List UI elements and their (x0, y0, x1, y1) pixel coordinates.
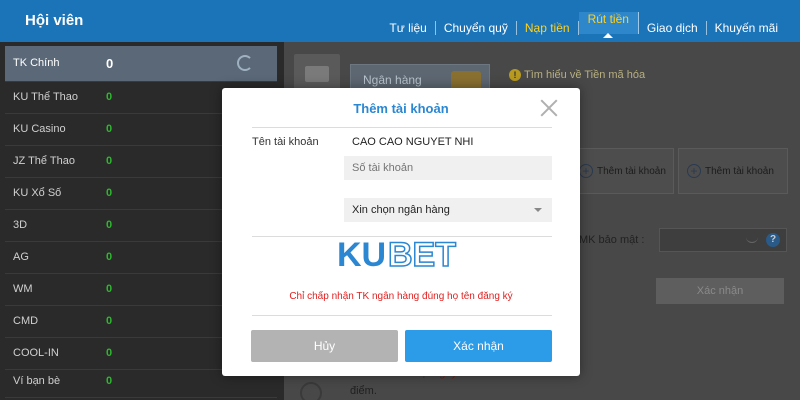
sidebar-item-balance: 0 (106, 187, 113, 199)
sidebar-item-label: KU Thể Thao (13, 91, 79, 103)
nav-nap-tien[interactable]: Nạp tiền (517, 21, 579, 35)
bank-select-value: Xin chọn ngân hàng (352, 204, 450, 216)
sidebar-item-label: JZ Thể Thao (13, 155, 75, 167)
security-password-label: MK bảo mật : (579, 234, 645, 246)
crypto-info-link[interactable]: ! Tìm hiểu về Tiền mã hóa (509, 68, 649, 82)
sidebar-item-label: TK Chính (13, 57, 60, 69)
eye-icon[interactable] (746, 237, 758, 243)
sidebar-item-label: 3D (13, 219, 28, 231)
info-icon: ! (509, 69, 521, 81)
sidebar-item-balance: 0 (106, 315, 113, 327)
account-number-input[interactable] (344, 156, 552, 180)
sidebar-item-main-account[interactable]: TK Chính 0 (5, 46, 277, 82)
cancel-button[interactable]: Hủy (251, 330, 398, 362)
plus-icon: + (579, 164, 593, 178)
sidebar-item-label: KU Casino (13, 123, 66, 135)
plus-icon: + (687, 164, 701, 178)
svg-text:BET: BET (388, 236, 456, 274)
divider (252, 127, 552, 128)
divider (252, 315, 552, 316)
close-icon[interactable] (540, 99, 558, 117)
sidebar-item-balance: 0 (106, 219, 113, 231)
note-line-2: điểm. (350, 385, 377, 397)
withdraw-confirm-button[interactable]: Xác nhận (656, 278, 784, 304)
svg-text:KU: KU (337, 236, 386, 274)
sidebar-item-balance: 0 (106, 251, 113, 263)
add-account-modal: Thêm tài khoản Tên tài khoản CAO CAO NGU… (222, 88, 580, 376)
sidebar-item-label: KU Xổ Số (13, 187, 62, 199)
sidebar-item-balance: 0 (106, 283, 113, 295)
sidebar-item-balance: 0 (106, 155, 113, 167)
nav-rut-tien[interactable]: Rút tiền (578, 12, 639, 38)
account-name-value: CAO CAO NGUYET NHI (352, 136, 474, 148)
tab-bank-label: Ngân hàng (363, 73, 422, 87)
account-name-label: Tên tài khoản (252, 136, 319, 148)
sidebar-item-label: CMD (13, 315, 39, 327)
add-account-button-2[interactable]: + Thêm tài khoản (678, 148, 788, 194)
help-icon[interactable]: ? (766, 233, 780, 247)
top-nav: Tư liệu Chuyển quỹ Nạp tiền Rút tiền Gia… (381, 12, 786, 38)
sidebar-item-balance: 0 (106, 56, 114, 71)
chevron-down-icon (534, 208, 542, 212)
refresh-icon[interactable] (237, 55, 253, 71)
sidebar-item-balance: 0 (106, 91, 113, 103)
confirm-button[interactable]: Xác nhận (405, 330, 552, 362)
nav-chuyen-quy[interactable]: Chuyển quỹ (436, 21, 517, 35)
bank-select[interactable]: Xin chọn ngân hàng (344, 198, 552, 222)
add-account-label: Thêm tài khoản (705, 165, 774, 177)
sidebar-item-balance: 0 (106, 347, 113, 359)
crypto-info-text: Tìm hiểu về Tiền mã hóa (524, 69, 646, 81)
sidebar-item-balance: 0 (106, 123, 113, 135)
sidebar-item-label: AG (13, 251, 29, 263)
sidebar-item-label: Ví bạn bè (13, 375, 61, 387)
security-password-input[interactable]: ? (659, 228, 787, 252)
nav-tu-lieu[interactable]: Tư liệu (381, 21, 436, 35)
modal-title: Thêm tài khoản (353, 101, 449, 116)
header-title: Hội viên (25, 12, 84, 29)
add-account-button[interactable]: + Thêm tài khoản (570, 148, 674, 194)
kubet-logo: KU BET (222, 234, 580, 277)
top-header: Hội viên Tư liệu Chuyển quỹ Nạp tiền Rút… (0, 0, 800, 42)
add-account-label: Thêm tài khoản (597, 165, 666, 177)
warning-text: Chỉ chấp nhận TK ngân hàng đúng họ tên đ… (289, 291, 513, 302)
sidebar-item-label: COOL-IN (13, 347, 59, 359)
sidebar-item-balance: 0 (106, 375, 113, 387)
nav-khuyen-mai[interactable]: Khuyến mãi (707, 21, 786, 35)
sidebar-item-label: WM (13, 283, 33, 295)
nav-giao-dich[interactable]: Giao dịch (639, 21, 707, 35)
support-icon[interactable] (300, 382, 322, 400)
